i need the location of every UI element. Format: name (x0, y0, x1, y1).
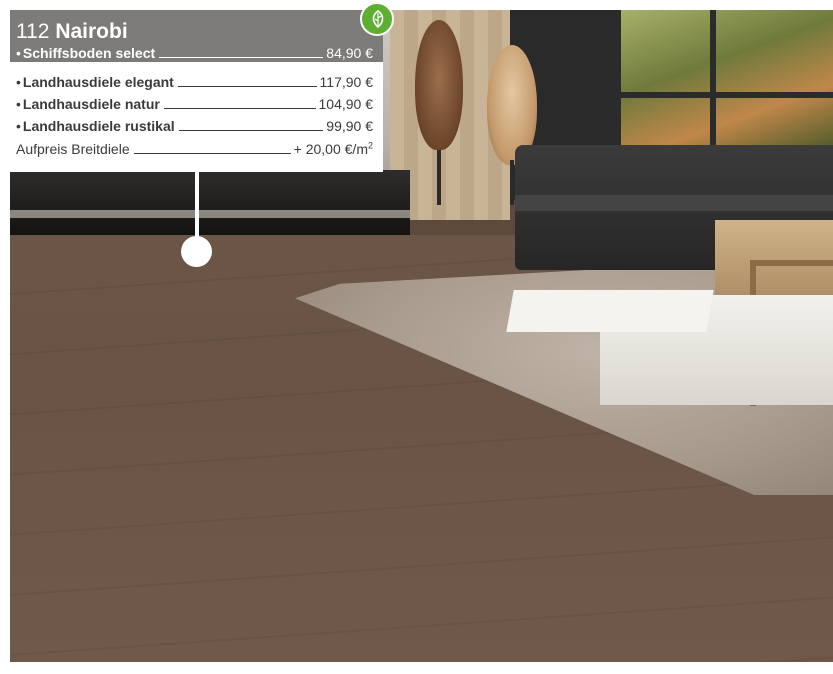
surcharge-price: + 20,00 €/m2 (294, 140, 373, 158)
coffee-table-top (506, 290, 714, 332)
leader-line (159, 57, 324, 58)
primary-price-row: • Schiffsboden select 84,90 € (16, 44, 373, 62)
leader-line (177, 86, 317, 87)
price-panel: 112 Nairobi • Schiffsboden select 84,90 … (10, 10, 383, 172)
bullet: • (16, 118, 21, 134)
price-label: Landhausdiele natur (22, 96, 160, 112)
sofa-seat (515, 195, 833, 211)
eco-leaf-icon (372, 10, 384, 28)
bullet: • (16, 96, 21, 112)
product-name: Nairobi (55, 20, 128, 43)
leader-line (163, 108, 316, 109)
product-title: 112 Nairobi (16, 20, 128, 44)
price-label: Schiffsboden select (22, 45, 156, 61)
price-value: 84,90 € (326, 45, 373, 61)
console-light (10, 210, 410, 218)
mask-stand (510, 160, 514, 205)
mask-stand (437, 150, 441, 205)
panel-header: 112 Nairobi • Schiffsboden select 84,90 … (10, 10, 383, 62)
variant-row: • Landhausdiele rustikal 99,90 € (16, 117, 373, 135)
window-frame (710, 10, 716, 150)
eco-badge (360, 2, 394, 36)
window-view (615, 10, 833, 150)
leader-line (178, 130, 324, 131)
surcharge-label: Aufpreis Breitdiele (16, 141, 130, 157)
price-value: 99,90 € (326, 118, 373, 134)
tv-console (10, 170, 410, 240)
pointer-dot (181, 236, 212, 267)
surcharge-value: + 20,00 €/m (293, 141, 368, 157)
price-label: Landhausdiele elegant (22, 74, 174, 90)
bullet: • (16, 74, 21, 90)
bullet: • (16, 45, 21, 61)
price-value: 104,90 € (318, 96, 374, 112)
window-frame (615, 92, 833, 98)
unit-superscript: 2 (367, 140, 373, 151)
window-frame (615, 10, 621, 150)
leader-line (133, 153, 291, 154)
surcharge-row: Aufpreis Breitdiele + 20,00 €/m2 (16, 140, 373, 158)
price-value: 117,90 € (319, 74, 373, 90)
price-label: Landhausdiele rustikal (22, 118, 175, 134)
african-mask-dark (415, 20, 463, 150)
product-number: 112 (16, 20, 50, 43)
variant-row: • Landhausdiele natur 104,90 € (16, 95, 373, 113)
variant-row: • Landhausdiele elegant 117,90 € (16, 73, 373, 91)
